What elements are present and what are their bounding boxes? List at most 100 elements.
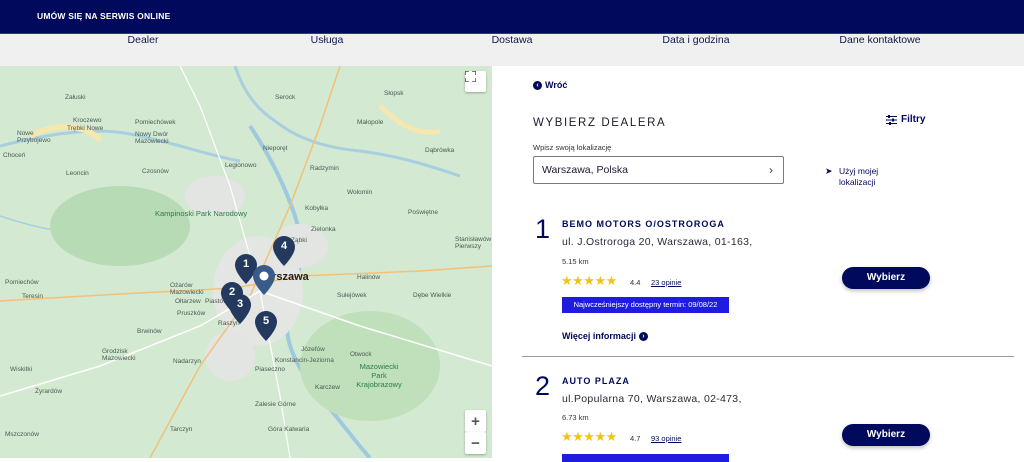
map-label: Trębki Nowe xyxy=(67,125,104,132)
step-contact[interactable]: Dane kontaktowe xyxy=(839,34,920,46)
map-label: Nieporęt xyxy=(263,145,288,152)
map-label: Ołtarzew xyxy=(175,298,201,305)
map-label: Leoncin xyxy=(66,170,89,177)
choose-dealer-button[interactable]: Wybierz xyxy=(842,424,930,446)
map-label: Nadarzyn xyxy=(173,358,201,365)
chevron-right-icon: › xyxy=(769,163,773,177)
map-label: Poświętne xyxy=(408,209,438,216)
fullscreen-icon xyxy=(465,71,476,82)
map-label: Radzymin xyxy=(310,165,339,172)
navigation-arrow-icon: ➤ xyxy=(825,166,833,176)
back-link[interactable]: ‹ Wróć xyxy=(533,80,567,90)
map-label-park: Kampinoski Park Narodowy xyxy=(155,209,248,218)
rating-stars: ★★★★★ xyxy=(561,429,617,444)
map-label: Grodzisk Mazowiecki xyxy=(102,348,136,362)
map-pin-dealer-5[interactable]: 5 xyxy=(255,311,277,341)
map-label: Tarczyn xyxy=(170,426,193,433)
filters-button[interactable]: Filtry xyxy=(886,114,925,125)
map-label: Czosnów xyxy=(142,168,169,175)
dealer-address: ul. J.Ostroroga 20, Warszawa, 01-163, xyxy=(562,236,753,248)
map-pin-dealer-4[interactable]: 4 xyxy=(273,236,295,266)
map-pin-location[interactable] xyxy=(253,265,275,295)
back-label: Wróć xyxy=(545,80,568,90)
map-label: Kroczewo xyxy=(73,117,102,124)
dealer-distance: 6.73 km xyxy=(562,413,589,422)
map-label: Brwinów xyxy=(137,328,162,335)
map-label: Słopsk xyxy=(384,90,404,97)
filters-label: Filtry xyxy=(901,114,926,125)
dealer-number: 1 xyxy=(535,214,551,244)
map-pin-dealer-3[interactable]: 3 xyxy=(229,294,251,324)
map-label: Dębe Wielkie xyxy=(413,292,452,299)
zoom-out-button[interactable]: − xyxy=(465,432,486,454)
map-label: Pomiechów xyxy=(5,279,39,286)
map-label: Ożarów Mazowiecki xyxy=(170,282,204,296)
pin-number: 4 xyxy=(280,240,288,252)
choose-dealer-button[interactable]: Wybierz xyxy=(842,267,930,289)
map-label: Teresin xyxy=(22,293,43,300)
reviews-link[interactable]: 23 opinie xyxy=(651,278,681,287)
map-label: Nowe Przybojewo xyxy=(17,130,51,144)
step-dealer[interactable]: Dealer xyxy=(128,34,159,46)
map-label: Halinów xyxy=(357,274,381,281)
map-label: Nowy Dwór Mazowiecki xyxy=(135,131,169,145)
map-label: Karczew xyxy=(315,384,340,391)
map-label: Wołomin xyxy=(347,189,373,196)
dealer-panel: ‹ Wróć WYBIERZ DEALERA Filtry Wpisz swoj… xyxy=(492,66,1024,462)
map-label: Pruszków xyxy=(177,310,206,317)
map-label: Zalesie Górne xyxy=(255,401,296,408)
map-label: Mszczonów xyxy=(5,431,39,438)
header-title: UMÓW SIĘ NA SERWIS ONLINE xyxy=(37,11,171,21)
dealer-name: AUTO PLAZA xyxy=(562,376,630,386)
step-navigation: Dealer Usługa Dostawa Data i godzina Dan… xyxy=(0,34,1024,66)
reviews-link[interactable]: 93 opinie xyxy=(651,434,681,443)
map-label: Góra Kalwaria xyxy=(268,426,310,433)
pin-number: 3 xyxy=(236,298,244,310)
map-label: Serock xyxy=(275,94,296,101)
map-label: Legionowo xyxy=(225,162,257,169)
map-label: Józefów xyxy=(301,346,325,353)
map-label: Zielonka xyxy=(311,226,336,233)
sliders-icon xyxy=(886,114,897,125)
step-service[interactable]: Usługa xyxy=(311,34,344,46)
dealer-address: ul.Popularna 70, Warszawa, 02-473, xyxy=(562,393,742,405)
page-title: WYBIERZ DEALERA xyxy=(533,117,667,129)
availability-badge: Najwcześniejszy dostępny termin: 09/08/2… xyxy=(562,297,729,313)
fullscreen-button[interactable] xyxy=(465,71,486,92)
map-label: Sulejówek xyxy=(337,292,367,299)
chevron-left-icon: ‹ xyxy=(533,80,542,90)
map-view[interactable]: Załuski Kroczewo Trębki Nowe Pomiechówek… xyxy=(0,66,492,458)
more-info-link[interactable]: Więcej informacji › xyxy=(562,331,648,341)
map-label: Konstancin-Jeziorna xyxy=(275,357,334,364)
step-date-time[interactable]: Data i godzina xyxy=(662,34,729,46)
rating-stars: ★★★★★ xyxy=(561,273,617,288)
map-label: Wiskitki xyxy=(10,366,33,373)
map-label: Małopole xyxy=(357,119,384,126)
location-input[interactable]: Warszawa, Polska xyxy=(533,156,784,184)
location-label: Wpisz swoją lokalizację xyxy=(533,143,612,152)
map-label: Pomiechówek xyxy=(135,119,176,126)
map-label-park: Mazowiecki Park Krajobrazowy xyxy=(356,362,402,389)
dealer-name: BEMO MOTORS O/OSTROROGA xyxy=(562,219,725,229)
zoom-in-button[interactable]: + xyxy=(465,410,486,432)
map-label: Żyrardów xyxy=(35,388,63,395)
rating-value: 4.4 xyxy=(630,278,641,287)
dealer-distance: 5.15 km xyxy=(562,257,589,266)
map-label: Stanisławów Pierwszy xyxy=(455,236,492,250)
location-pin-icon xyxy=(253,265,275,295)
header-bar: UMÓW SIĘ NA SERWIS ONLINE xyxy=(0,0,1024,34)
more-info-label: Więcej informacji xyxy=(562,331,636,341)
map-label: Kobyłka xyxy=(305,205,329,212)
divider xyxy=(522,356,1014,357)
use-location-label: Użyj mojej xyxy=(839,166,879,176)
chevron-right-circle-icon: › xyxy=(638,331,648,341)
rating-value: 4.7 xyxy=(630,434,641,443)
use-location-label: lokalizacji xyxy=(839,177,876,187)
use-my-location-button[interactable]: ➤ Użyj mojej lokalizacji xyxy=(825,166,879,188)
availability-badge xyxy=(562,454,729,462)
map-label: Załuski xyxy=(65,94,86,101)
map-label: Choceń xyxy=(3,152,26,159)
step-delivery[interactable]: Dostawa xyxy=(492,34,533,46)
pin-number: 5 xyxy=(262,315,270,327)
dealer-number: 2 xyxy=(535,371,551,401)
